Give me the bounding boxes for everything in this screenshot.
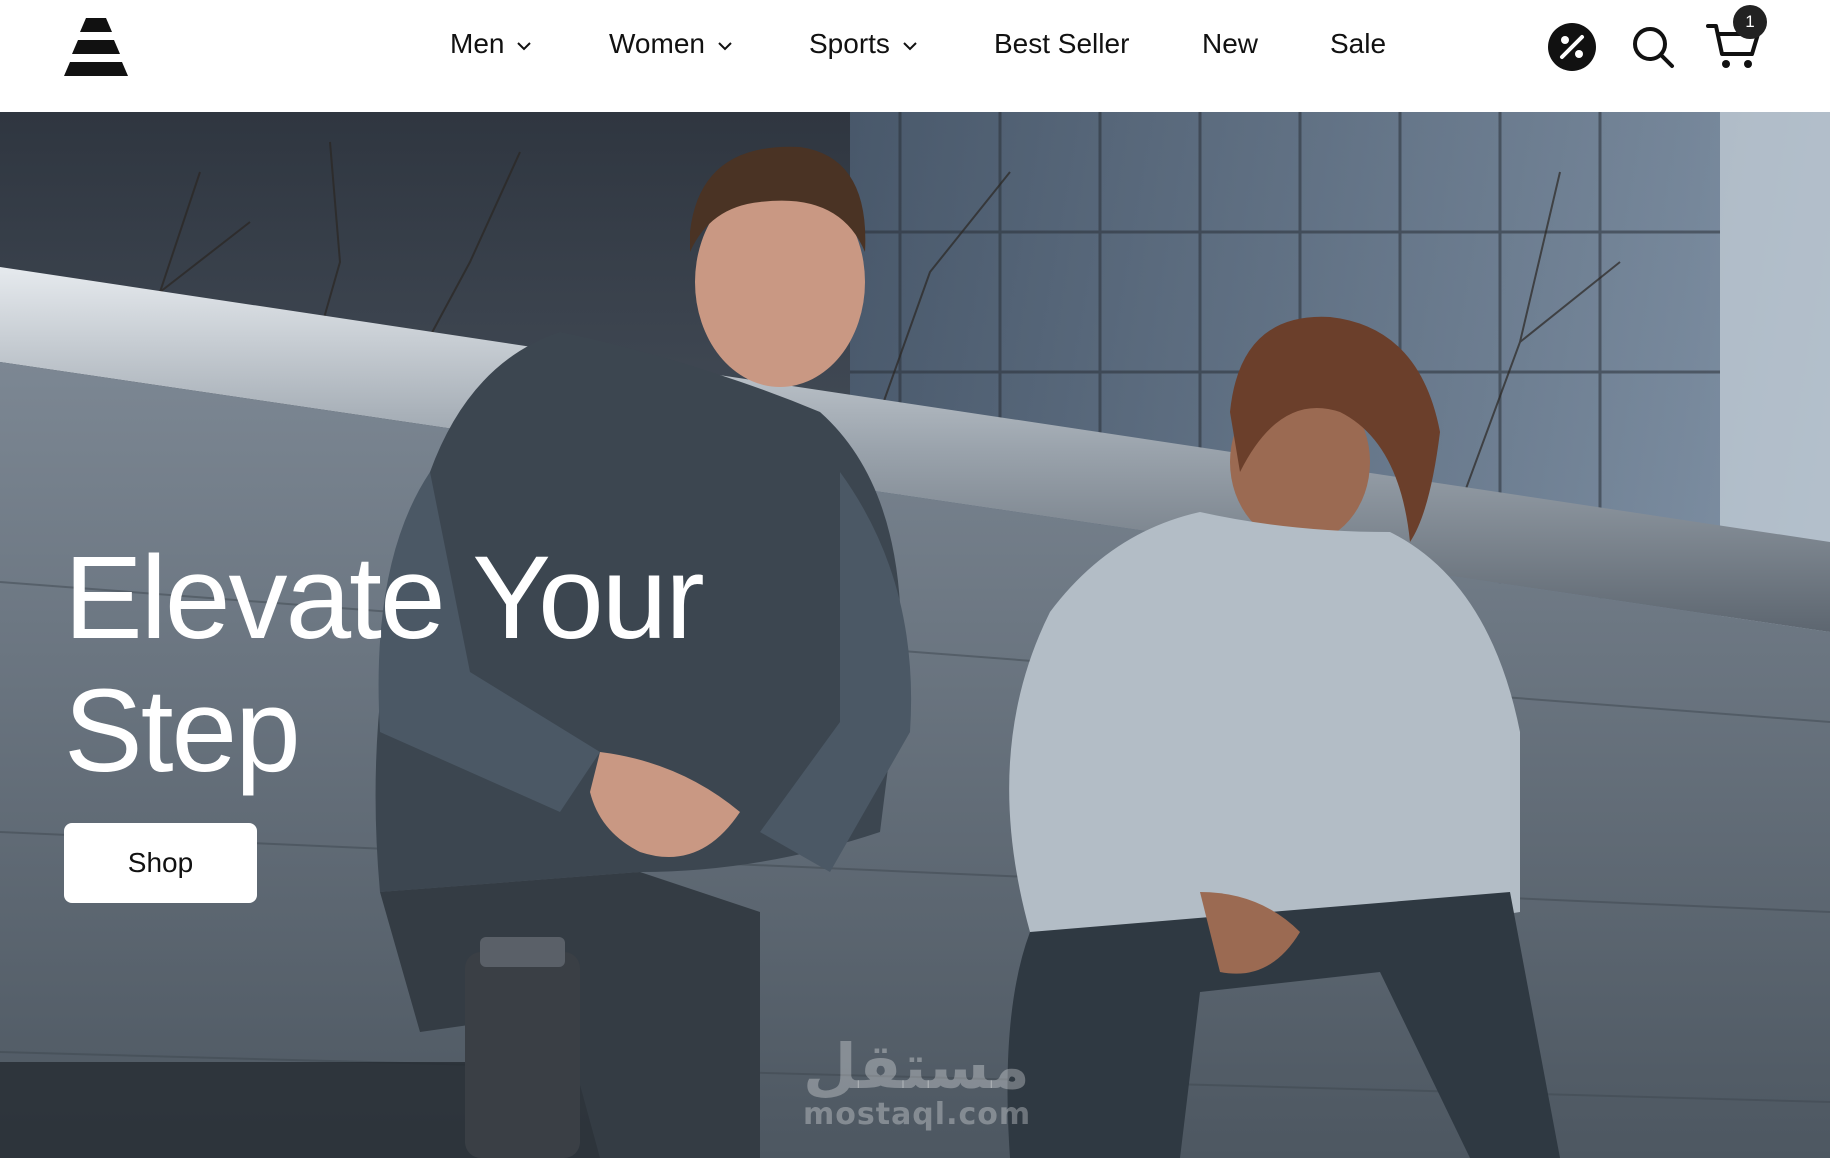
chevron-down-icon: [517, 42, 532, 51]
cart-count-badge: 1: [1733, 5, 1767, 39]
nav-item-sports[interactable]: Sports: [809, 28, 918, 60]
discount-badge-icon: [1548, 23, 1596, 71]
nav-item-label: Best Seller: [994, 28, 1130, 59]
watermark-arabic: مستقل: [803, 1030, 1030, 1103]
nav-item-label: Women: [609, 28, 705, 59]
chevron-down-icon: [718, 42, 732, 51]
promo-button[interactable]: [1547, 22, 1597, 72]
nav-item-women[interactable]: Women: [609, 28, 733, 60]
shop-button[interactable]: Shop: [64, 823, 257, 903]
watermark-latin: mostaql.com: [803, 1097, 1032, 1132]
hero-title: Elevate Your Step: [64, 532, 824, 798]
hero-title-line: Elevate Your: [64, 532, 705, 664]
nav-item-sale[interactable]: Sale: [1330, 28, 1386, 60]
nav-item-label: Sports: [809, 28, 890, 59]
nav-item-best-seller[interactable]: Best Seller: [994, 28, 1129, 60]
hero-banner: Elevate Your Step Shop مستقل mostaql.com: [0, 112, 1830, 1158]
search-icon: [1633, 27, 1674, 68]
nav-item-new[interactable]: New: [1202, 28, 1258, 60]
chevron-down-icon: [903, 42, 917, 51]
nav-item-men[interactable]: Men: [450, 28, 532, 60]
watermark: مستقل mostaql.com: [803, 1030, 1032, 1132]
nav-item-label: New: [1202, 28, 1259, 59]
site-header: Men Women Sports Best Seller New Sale 1: [0, 0, 1830, 112]
search-button[interactable]: [1630, 24, 1676, 70]
nav-item-label: Sale: [1330, 28, 1387, 59]
hero-title-line: Step: [64, 665, 301, 797]
nav-item-label: Men: [450, 28, 505, 59]
